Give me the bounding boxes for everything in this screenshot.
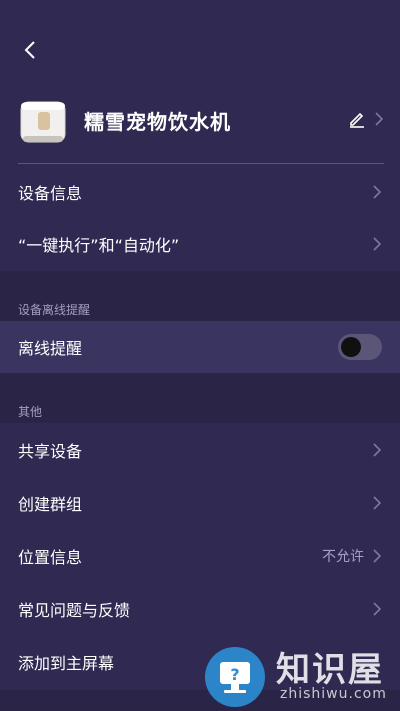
device-header[interactable]: 糯雪宠物饮水机 [0, 90, 400, 152]
device-info-label: 设备信息 [18, 184, 83, 203]
chevron-right-icon [373, 549, 382, 563]
add-to-home-label: 添加到主屏幕 [18, 654, 115, 673]
toggle-knob [341, 337, 361, 357]
back-button[interactable] [18, 38, 42, 62]
offline-reminder-toggle[interactable] [338, 334, 382, 360]
offline-reminder-label: 离线提醒 [18, 339, 83, 358]
scene-automation-item[interactable]: “一键执行”和“自动化” [0, 218, 400, 270]
share-device-label: 共享设备 [18, 442, 83, 461]
chevron-right-icon [373, 602, 382, 616]
chevron-left-icon [24, 41, 35, 59]
other-section-header: 其他 [0, 373, 400, 423]
divider [18, 163, 384, 164]
offline-reminder-item: 离线提醒 [0, 321, 400, 373]
device-image [20, 101, 66, 143]
location-info-item[interactable]: 位置信息 不允许 [0, 530, 400, 582]
svg-text:?: ? [230, 665, 239, 684]
rename-button[interactable] [348, 110, 384, 128]
faq-feedback-label: 常见问题与反馈 [18, 601, 131, 620]
create-group-label: 创建群组 [18, 495, 83, 514]
faq-feedback-item[interactable]: 常见问题与反馈 [0, 583, 400, 635]
device-info-item[interactable]: 设备信息 [0, 166, 400, 218]
location-info-label: 位置信息 [18, 548, 83, 567]
chevron-right-icon [373, 237, 382, 251]
pencil-icon [350, 112, 364, 128]
help-monitor-icon: ? [205, 647, 265, 707]
device-name: 糯雪宠物饮水机 [84, 110, 231, 134]
offline-section-header: 设备离线提醒 [0, 271, 400, 321]
scene-automation-label: “一键执行”和“自动化” [18, 236, 180, 255]
create-group-item[interactable]: 创建群组 [0, 477, 400, 529]
other-section-title: 其他 [18, 405, 43, 419]
location-info-value: 不允许 [322, 549, 364, 565]
chevron-right-icon [375, 112, 384, 126]
watermark: ? 知识屋 zhishiwu.com [202, 640, 400, 711]
watermark-text: 知识屋 [276, 650, 384, 690]
chevron-right-icon [373, 496, 382, 510]
chevron-right-icon [373, 185, 382, 199]
watermark-subtext: zhishiwu.com [280, 686, 387, 702]
offline-section-title: 设备离线提醒 [18, 303, 91, 317]
chevron-right-icon [373, 443, 382, 457]
share-device-item[interactable]: 共享设备 [0, 424, 400, 476]
